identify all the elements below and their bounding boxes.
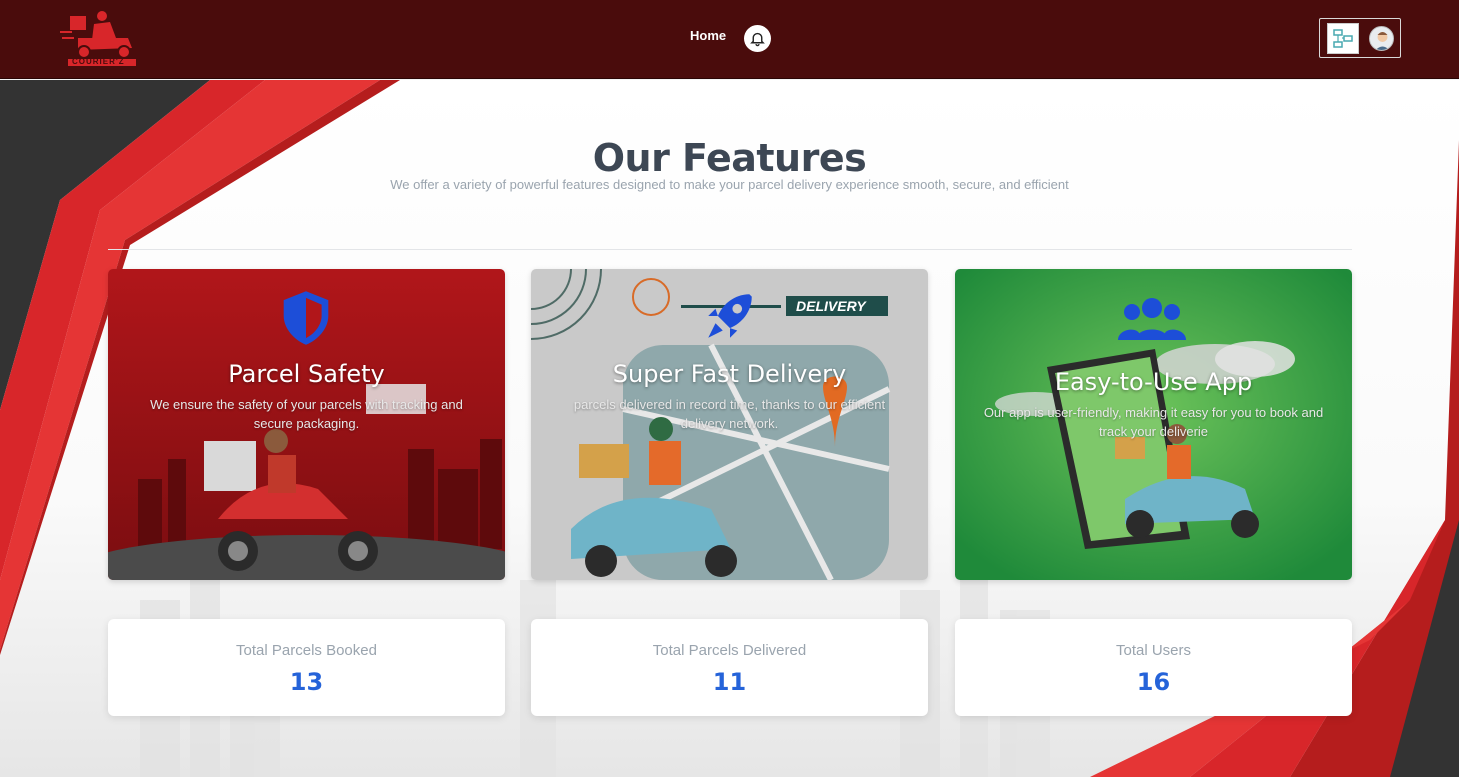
stat-value: 13 [289,668,324,696]
logo-text: COURIER'Z [72,57,125,66]
courierz-logo[interactable]: COURIER'Z [58,8,142,70]
navbar: COURIER'Z Home [0,0,1459,79]
users-icon [1118,298,1186,340]
page-title: Our Features [592,136,867,180]
rocket-icon [708,294,752,338]
card-description: We ensure the safety of your parcels wit… [150,397,463,431]
section-divider [108,249,1352,250]
delivery-badge: DELIVERY [796,298,867,314]
card-title: Easy-to-Use App [1054,368,1253,396]
stat-label: Total Parcels Booked [236,642,377,659]
feature-card-parcel-safety[interactable]: Parcel Safety We ensure the safety of yo… [108,269,505,580]
card-description: parcels delivered in record time, thanks… [573,397,886,431]
user-menu[interactable] [1319,18,1401,58]
stat-value: 16 [1136,668,1171,696]
diagram-icon [1327,23,1359,54]
nav-home-link[interactable]: Home [690,28,726,43]
notification-button[interactable] [744,25,771,52]
user-avatar-icon[interactable] [1369,26,1394,51]
stat-value: 11 [712,668,747,696]
card-title: Super Fast Delivery [612,360,847,388]
stat-card-parcels-booked: Total Parcels Booked 13 [108,619,505,716]
card-title: Parcel Safety [228,360,385,388]
feature-card-super-fast-delivery[interactable]: DELIVERY Super Fast Delivery parcels del… [531,269,928,580]
stat-label: Total Users [1115,642,1192,659]
card-description: Our app is user-friendly, making it easy… [983,405,1324,439]
stat-label: Total Parcels Delivered [652,642,807,659]
bell-icon [750,32,765,47]
feature-card-easy-to-use-app[interactable]: Easy-to-Use App Our app is user-friendly… [955,269,1352,580]
stat-card-parcels-delivered: Total Parcels Delivered 11 [531,619,928,716]
stat-card-total-users: Total Users 16 [955,619,1352,716]
shield-icon [283,291,329,345]
page-subtitle: We offer a variety of powerful features … [390,177,1069,192]
